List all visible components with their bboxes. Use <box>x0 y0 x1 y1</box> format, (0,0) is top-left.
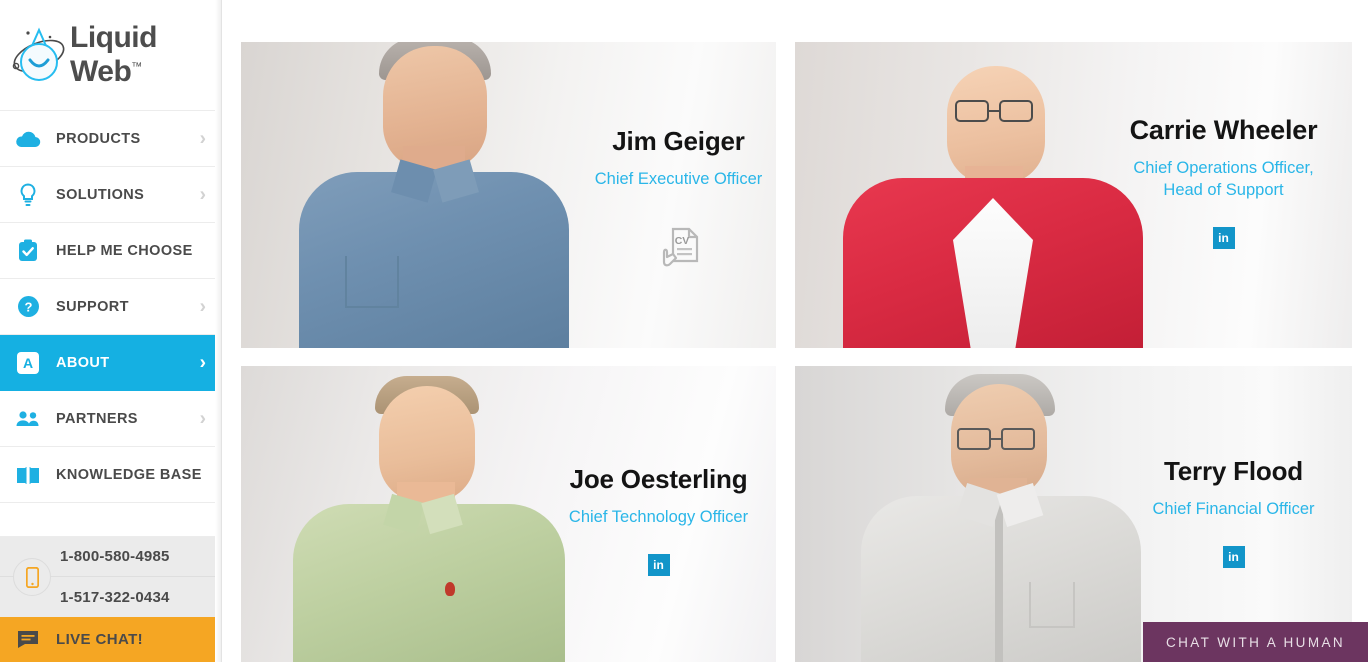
open-book-icon <box>0 465 56 485</box>
live-chat-label: LIVE CHAT! <box>56 631 144 648</box>
brand-name: Liquid Web™ <box>70 21 157 88</box>
chevron-right-icon: › <box>199 296 206 317</box>
lightbulb-icon <box>0 182 56 207</box>
sidebar-item-solutions[interactable]: SOLUTIONS › <box>0 167 221 223</box>
person-silhouette <box>299 42 569 348</box>
person-title: Chief Operations Officer, Head of Suppor… <box>1133 159 1314 199</box>
sidebar-item-label: ABOUT <box>56 354 110 371</box>
sidebar-item-label: PARTNERS <box>56 410 138 427</box>
social-links: in <box>647 554 670 576</box>
sidebar-item-support[interactable]: ? SUPPORT › <box>0 279 221 335</box>
chevron-right-icon: › <box>199 408 206 429</box>
chat-widget-label: CHAT WITH A HUMAN <box>1165 634 1346 650</box>
sidebar-item-about[interactable]: A ABOUT › <box>0 335 221 391</box>
main-content: Jim Geiger Chief Executive Officer CV Ca… <box>222 0 1368 662</box>
liquid-web-droplet-atom-logo <box>10 24 68 86</box>
chevron-right-icon: › <box>199 128 206 149</box>
mobile-phone-icon <box>13 558 51 596</box>
chevron-right-icon: › <box>199 184 206 205</box>
brand-logo[interactable]: Liquid Web™ <box>0 0 221 111</box>
cv-document-icon[interactable]: CV <box>656 222 702 279</box>
person-title: Chief Financial Officer <box>1152 500 1315 518</box>
person-name: Joe Oesterling <box>569 464 748 494</box>
person-silhouette <box>861 372 1141 662</box>
sidebar-item-label: PRODUCTS <box>56 130 141 147</box>
sidebar-item-label: SOLUTIONS <box>56 186 145 203</box>
about-badge-letter: A <box>17 351 39 374</box>
phone-block: 1-800-580-4985 1-517-322-0434 <box>0 537 221 617</box>
person-title: Chief Executive Officer <box>594 170 763 188</box>
sidebar-nav: PRODUCTS › SOLUTIONS › HELP ME CHOOSE ? … <box>0 111 221 662</box>
live-chat-button[interactable]: LIVE CHAT! <box>0 617 221 662</box>
clipboard-check-icon <box>0 239 56 263</box>
chevron-right-icon: › <box>199 352 206 373</box>
sidebar-item-label: KNOWLEDGE BASE <box>56 466 202 483</box>
team-grid: Jim Geiger Chief Executive Officer CV Ca… <box>241 42 1352 662</box>
sidebar-item-label: SUPPORT <box>56 298 129 315</box>
sidebar-item-partners[interactable]: PARTNERS › <box>0 391 221 447</box>
people-icon <box>0 410 56 428</box>
linkedin-icon[interactable]: in <box>647 554 670 576</box>
team-card-text: Carrie Wheeler Chief Operations Officer,… <box>1095 42 1352 348</box>
linkedin-icon[interactable]: in <box>1212 227 1235 249</box>
team-card-text: Jim Geiger Chief Executive Officer CV <box>581 42 776 348</box>
sidebar: Liquid Web™ PRODUCTS › SOLUTIONS › HELP … <box>0 0 222 662</box>
social-links: in <box>1222 546 1245 568</box>
chat-bubble-icon <box>0 630 56 649</box>
cloud-icon <box>0 130 56 148</box>
team-card[interactable]: Carrie Wheeler Chief Operations Officer,… <box>795 42 1352 348</box>
about-a-badge-icon: A <box>0 351 56 374</box>
team-card[interactable]: Joe Oesterling Chief Technology Officer … <box>241 366 776 662</box>
person-silhouette <box>293 372 565 662</box>
person-name: Terry Flood <box>1164 456 1303 486</box>
linkedin-icon[interactable]: in <box>1222 546 1245 568</box>
team-card-text: Joe Oesterling Chief Technology Officer … <box>541 366 776 662</box>
sidebar-item-label: HELP ME CHOOSE <box>56 242 193 259</box>
chat-with-a-human-button[interactable]: CHAT WITH A HUMAN <box>1143 622 1368 662</box>
page-root: Liquid Web™ PRODUCTS › SOLUTIONS › HELP … <box>0 0 1368 662</box>
team-card[interactable]: Jim Geiger Chief Executive Officer CV <box>241 42 776 348</box>
person-title: Chief Technology Officer <box>568 508 749 526</box>
team-card-text: Terry Flood Chief Financial Officer in <box>1115 366 1352 662</box>
team-card[interactable]: Terry Flood Chief Financial Officer in <box>795 366 1352 662</box>
trademark-mark: ™ <box>131 61 142 73</box>
sidebar-spacer <box>0 503 221 537</box>
svg-text:CV: CV <box>674 235 689 247</box>
sidebar-item-products[interactable]: PRODUCTS › <box>0 111 221 167</box>
person-name: Jim Geiger <box>612 126 745 156</box>
social-links: in <box>1212 227 1235 249</box>
sidebar-item-help-me-choose[interactable]: HELP ME CHOOSE <box>0 223 221 279</box>
question-circle-icon: ? <box>0 295 56 318</box>
sidebar-item-knowledge-base[interactable]: KNOWLEDGE BASE <box>0 447 221 503</box>
person-name: Carrie Wheeler <box>1129 115 1318 145</box>
svg-text:?: ? <box>24 300 32 315</box>
